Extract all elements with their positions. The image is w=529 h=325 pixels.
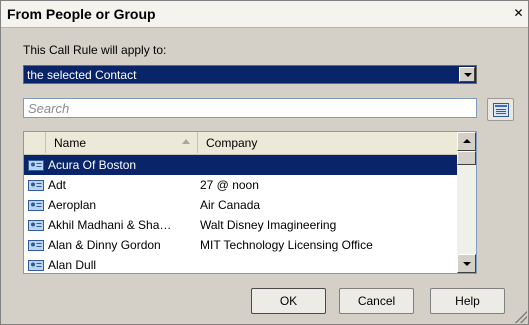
list-item[interactable]: Akhil Madhani & Sha… Walt Disney Imagine… [24,215,457,235]
from-people-dialog: From People or Group ✕ This Call Rule wi… [0,0,529,325]
list-item[interactable]: Aeroplan Air Canada [24,195,457,215]
scroll-down-icon[interactable] [457,254,476,273]
cancel-button[interactable]: Cancel [339,288,414,314]
list-item[interactable]: Alan Dull [24,255,457,273]
search-input[interactable]: Search [23,98,477,118]
rule-scope-label: This Call Rule will apply to: [23,43,167,57]
dialog-title: From People or Group [7,6,156,22]
contact-name: Akhil Madhani & Sha… [48,218,172,232]
close-icon[interactable]: ✕ [512,7,525,20]
list-item[interactable]: Alan & Dinny Gordon MIT Technology Licen… [24,235,457,255]
search-placeholder: Search [28,101,70,116]
contact-name: Acura Of Boston [48,158,137,172]
chevron-down-icon[interactable] [459,67,475,82]
contact-scope-value: the selected Contact [27,68,137,82]
list-item[interactable]: Acura Of Boston [24,155,457,175]
column-company-label: Company [206,136,258,150]
contact-card-icon [28,180,44,191]
contact-card-icon [28,200,44,211]
address-book-button[interactable] [487,98,514,121]
scroll-up-icon[interactable] [457,132,476,151]
contact-list[interactable]: Name Company Acura Of Boston Adt 27 @ no… [23,131,477,274]
scroll-thumb[interactable] [457,151,476,165]
contact-card-icon [28,240,44,251]
column-header-company[interactable]: Company [198,132,457,153]
sort-ascending-icon [182,139,190,144]
contact-scope-select[interactable]: the selected Contact [23,65,477,84]
help-button[interactable]: Help [430,288,505,314]
list-scrollbar[interactable] [457,132,476,273]
list-rows: Acura Of Boston Adt 27 @ noon Aeroplan A… [24,155,457,273]
column-header-name[interactable]: Name [46,132,198,153]
contact-company: Walt Disney Imagineering [200,218,337,232]
contact-name: Alan Dull [48,258,97,272]
contact-company: 27 @ noon [200,178,259,192]
contact-card-icon [28,260,44,271]
ok-button[interactable]: OK [251,288,326,314]
title-bar: From People or Group ✕ [1,1,528,28]
list-item[interactable]: Adt 27 @ noon [24,175,457,195]
contact-company: MIT Technology Licensing Office [200,238,373,252]
contact-name: Adt [48,178,67,192]
contact-card-icon [28,160,44,171]
contact-company: Air Canada [200,198,261,212]
address-book-icon [493,103,509,117]
resize-grip-icon[interactable] [515,311,527,323]
column-name-label: Name [54,136,87,150]
header-icon-column[interactable] [24,132,46,153]
contact-card-icon [28,220,44,231]
list-header: Name Company [24,132,457,155]
contact-name: Alan & Dinny Gordon [48,238,161,252]
contact-name: Aeroplan [48,198,97,212]
